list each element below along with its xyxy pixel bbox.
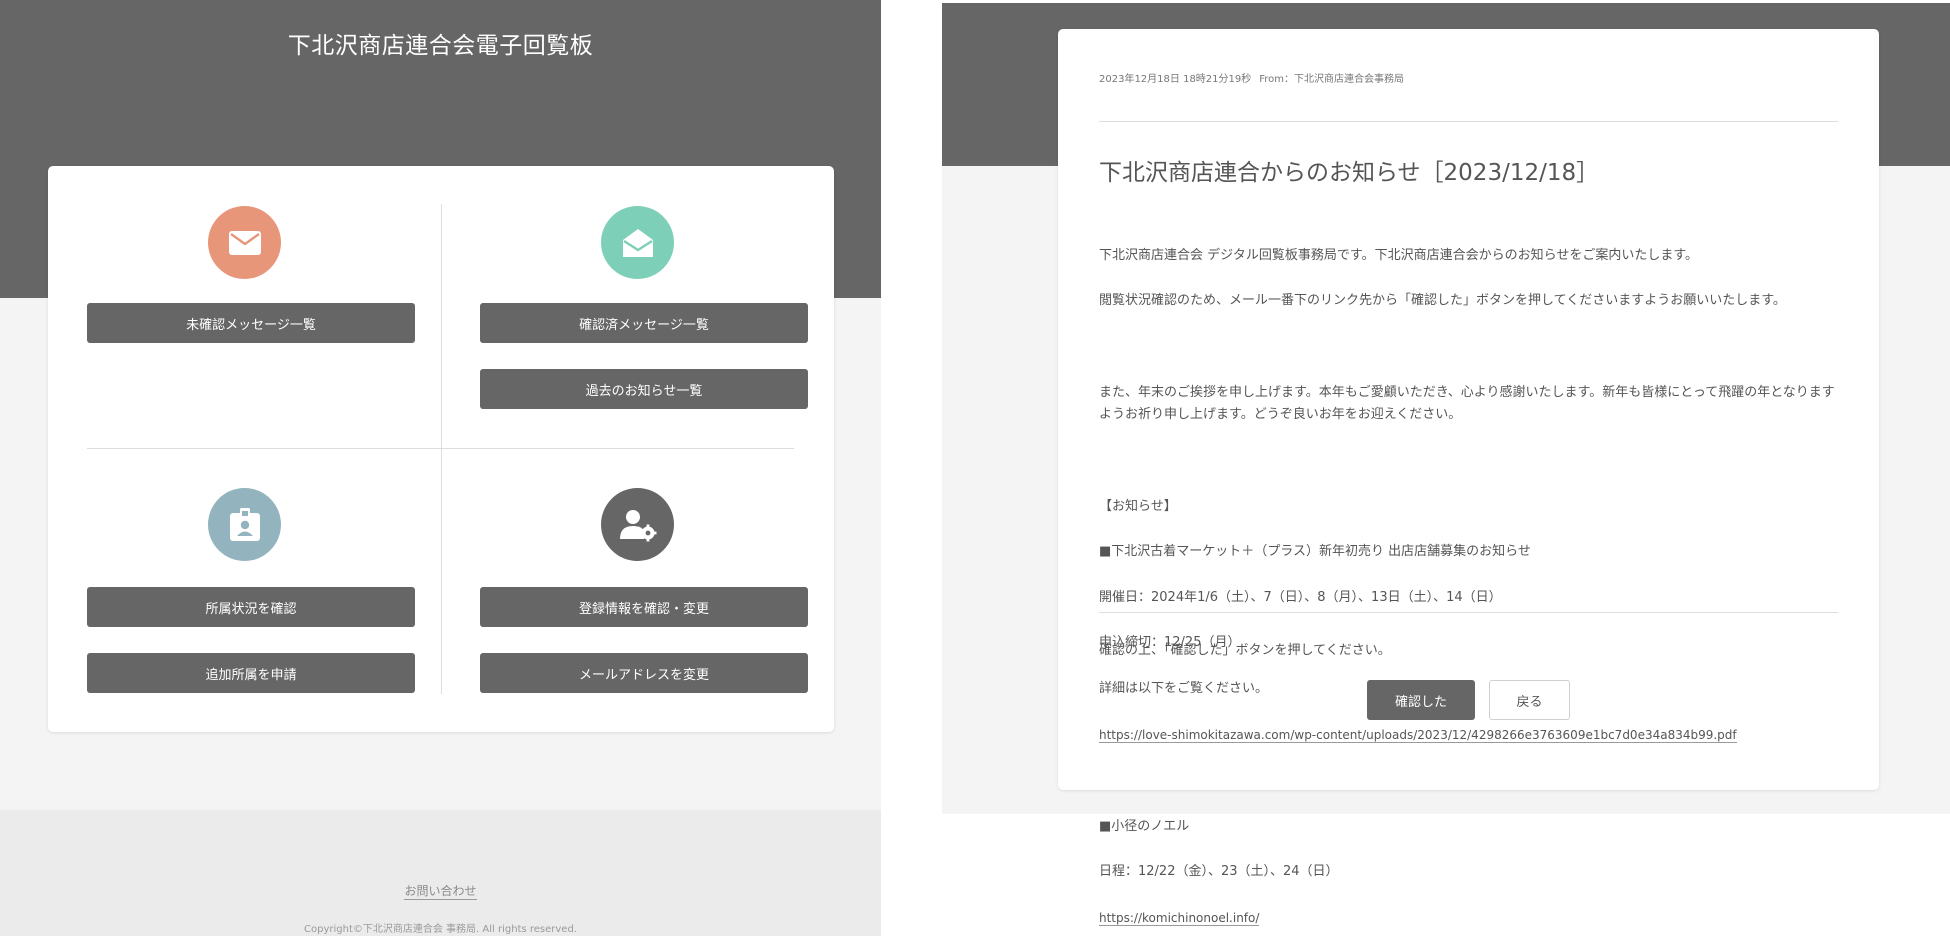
notice-item-1-link[interactable]: https://love-shimokitazawa.com/wp-conten… [1099, 727, 1737, 743]
id-badge-icon [208, 488, 281, 561]
notice-item-2-dates: 日程：12/22（金）、23（土）、24（日） [1099, 864, 1339, 880]
notice-item-1-dates: 開催日：2024年1/6（土）、7（日）、8（月）、13日（土）、14（日） [1099, 589, 1502, 605]
contact-link[interactable]: お問い合わせ [404, 884, 477, 900]
envelope-closed-icon [208, 206, 281, 279]
message-card: 2023年12月18日 18時21分19秒 From：下北沢商店連合会事務局 下北… [1058, 29, 1879, 926]
notice-item-2-link[interactable]: https://komichinonoel.info/ [1099, 910, 1260, 926]
message-meta: 2023年12月18日 18時21分19秒 From：下北沢商店連合会事務局 [1099, 70, 1404, 85]
confirm-button[interactable]: 確認した [1367, 680, 1475, 720]
unread-messages-button[interactable]: 未確認メッセージ一覧 [87, 303, 415, 343]
menu-card: 未確認メッセージ一覧 確認済メッセージ一覧 過去のお知らせ一覧 所属状況を確認 … [48, 166, 834, 732]
message-sender: From：下北沢商店連合会事務局 [1259, 74, 1405, 85]
body-intro-1: 下北沢商店連合会 デジタル回覧板事務局です。下北沢商店連合会からのお知らせをご案… [1099, 247, 1699, 263]
menu-screen: 下北沢商店連合会電子回覧板 未確認メッセージ一覧 確認済メッセージ一覧 過去のお… [0, 0, 881, 936]
notice-item-1-title: ■下北沢古着マーケット＋（プラス）新年初売り 出店店舗募集のお知らせ [1099, 544, 1531, 560]
body-greeting: また、年末のご挨拶を申し上げます。本年もご愛顧いただき、心より感謝いたします。新… [1099, 384, 1835, 423]
message-screen: 2023年12月18日 18時21分19秒 From：下北沢商店連合会事務局 下北… [942, 0, 1950, 936]
confirm-instruction: 確認の上、「確認した」ボタンを押してください。 [1099, 643, 1391, 658]
menu-footer: お問い合わせ Copyright©下北沢商店連合会 事務局. All right… [0, 810, 881, 936]
copyright: Copyright©下北沢商店連合会 事務局. All rights reser… [304, 924, 577, 935]
back-button[interactable]: 戻る [1489, 680, 1570, 720]
notice-item-2-title: ■小径のノエル [1099, 818, 1190, 834]
menu-divider-vertical [441, 204, 442, 694]
contact-link-wrapper: お問い合わせ [0, 882, 881, 900]
site-title: 下北沢商店連合会電子回覧板 [287, 33, 594, 59]
affiliation-status-button[interactable]: 所属状況を確認 [87, 587, 415, 627]
past-notices-button[interactable]: 過去のお知らせ一覧 [480, 369, 808, 409]
message-title: 下北沢商店連合からのお知らせ［2023/12/18］ [1099, 160, 1600, 186]
edit-registration-button[interactable]: 登録情報を確認・変更 [480, 587, 808, 627]
body-intro-2: 閲覧状況確認のため、メール一番下のリンク先から「確認した」ボタンを押してください… [1099, 293, 1786, 309]
menu-divider-horizontal [87, 448, 794, 449]
add-affiliation-button[interactable]: 追加所属を申請 [87, 653, 415, 693]
notice-header: 【お知らせ】 [1099, 498, 1177, 514]
change-email-button[interactable]: メールアドレスを変更 [480, 653, 808, 693]
body-divider [1099, 612, 1838, 613]
meta-divider [1099, 121, 1838, 122]
user-settings-icon [601, 488, 674, 561]
message-date: 2023年12月18日 18時21分19秒 [1099, 74, 1252, 85]
read-messages-button[interactable]: 確認済メッセージ一覧 [480, 303, 808, 343]
envelope-open-icon [601, 206, 674, 279]
message-body: 下北沢商店連合会 デジタル回覧板事務局です。下北沢商店連合会からのお知らせをご案… [1099, 222, 1844, 936]
